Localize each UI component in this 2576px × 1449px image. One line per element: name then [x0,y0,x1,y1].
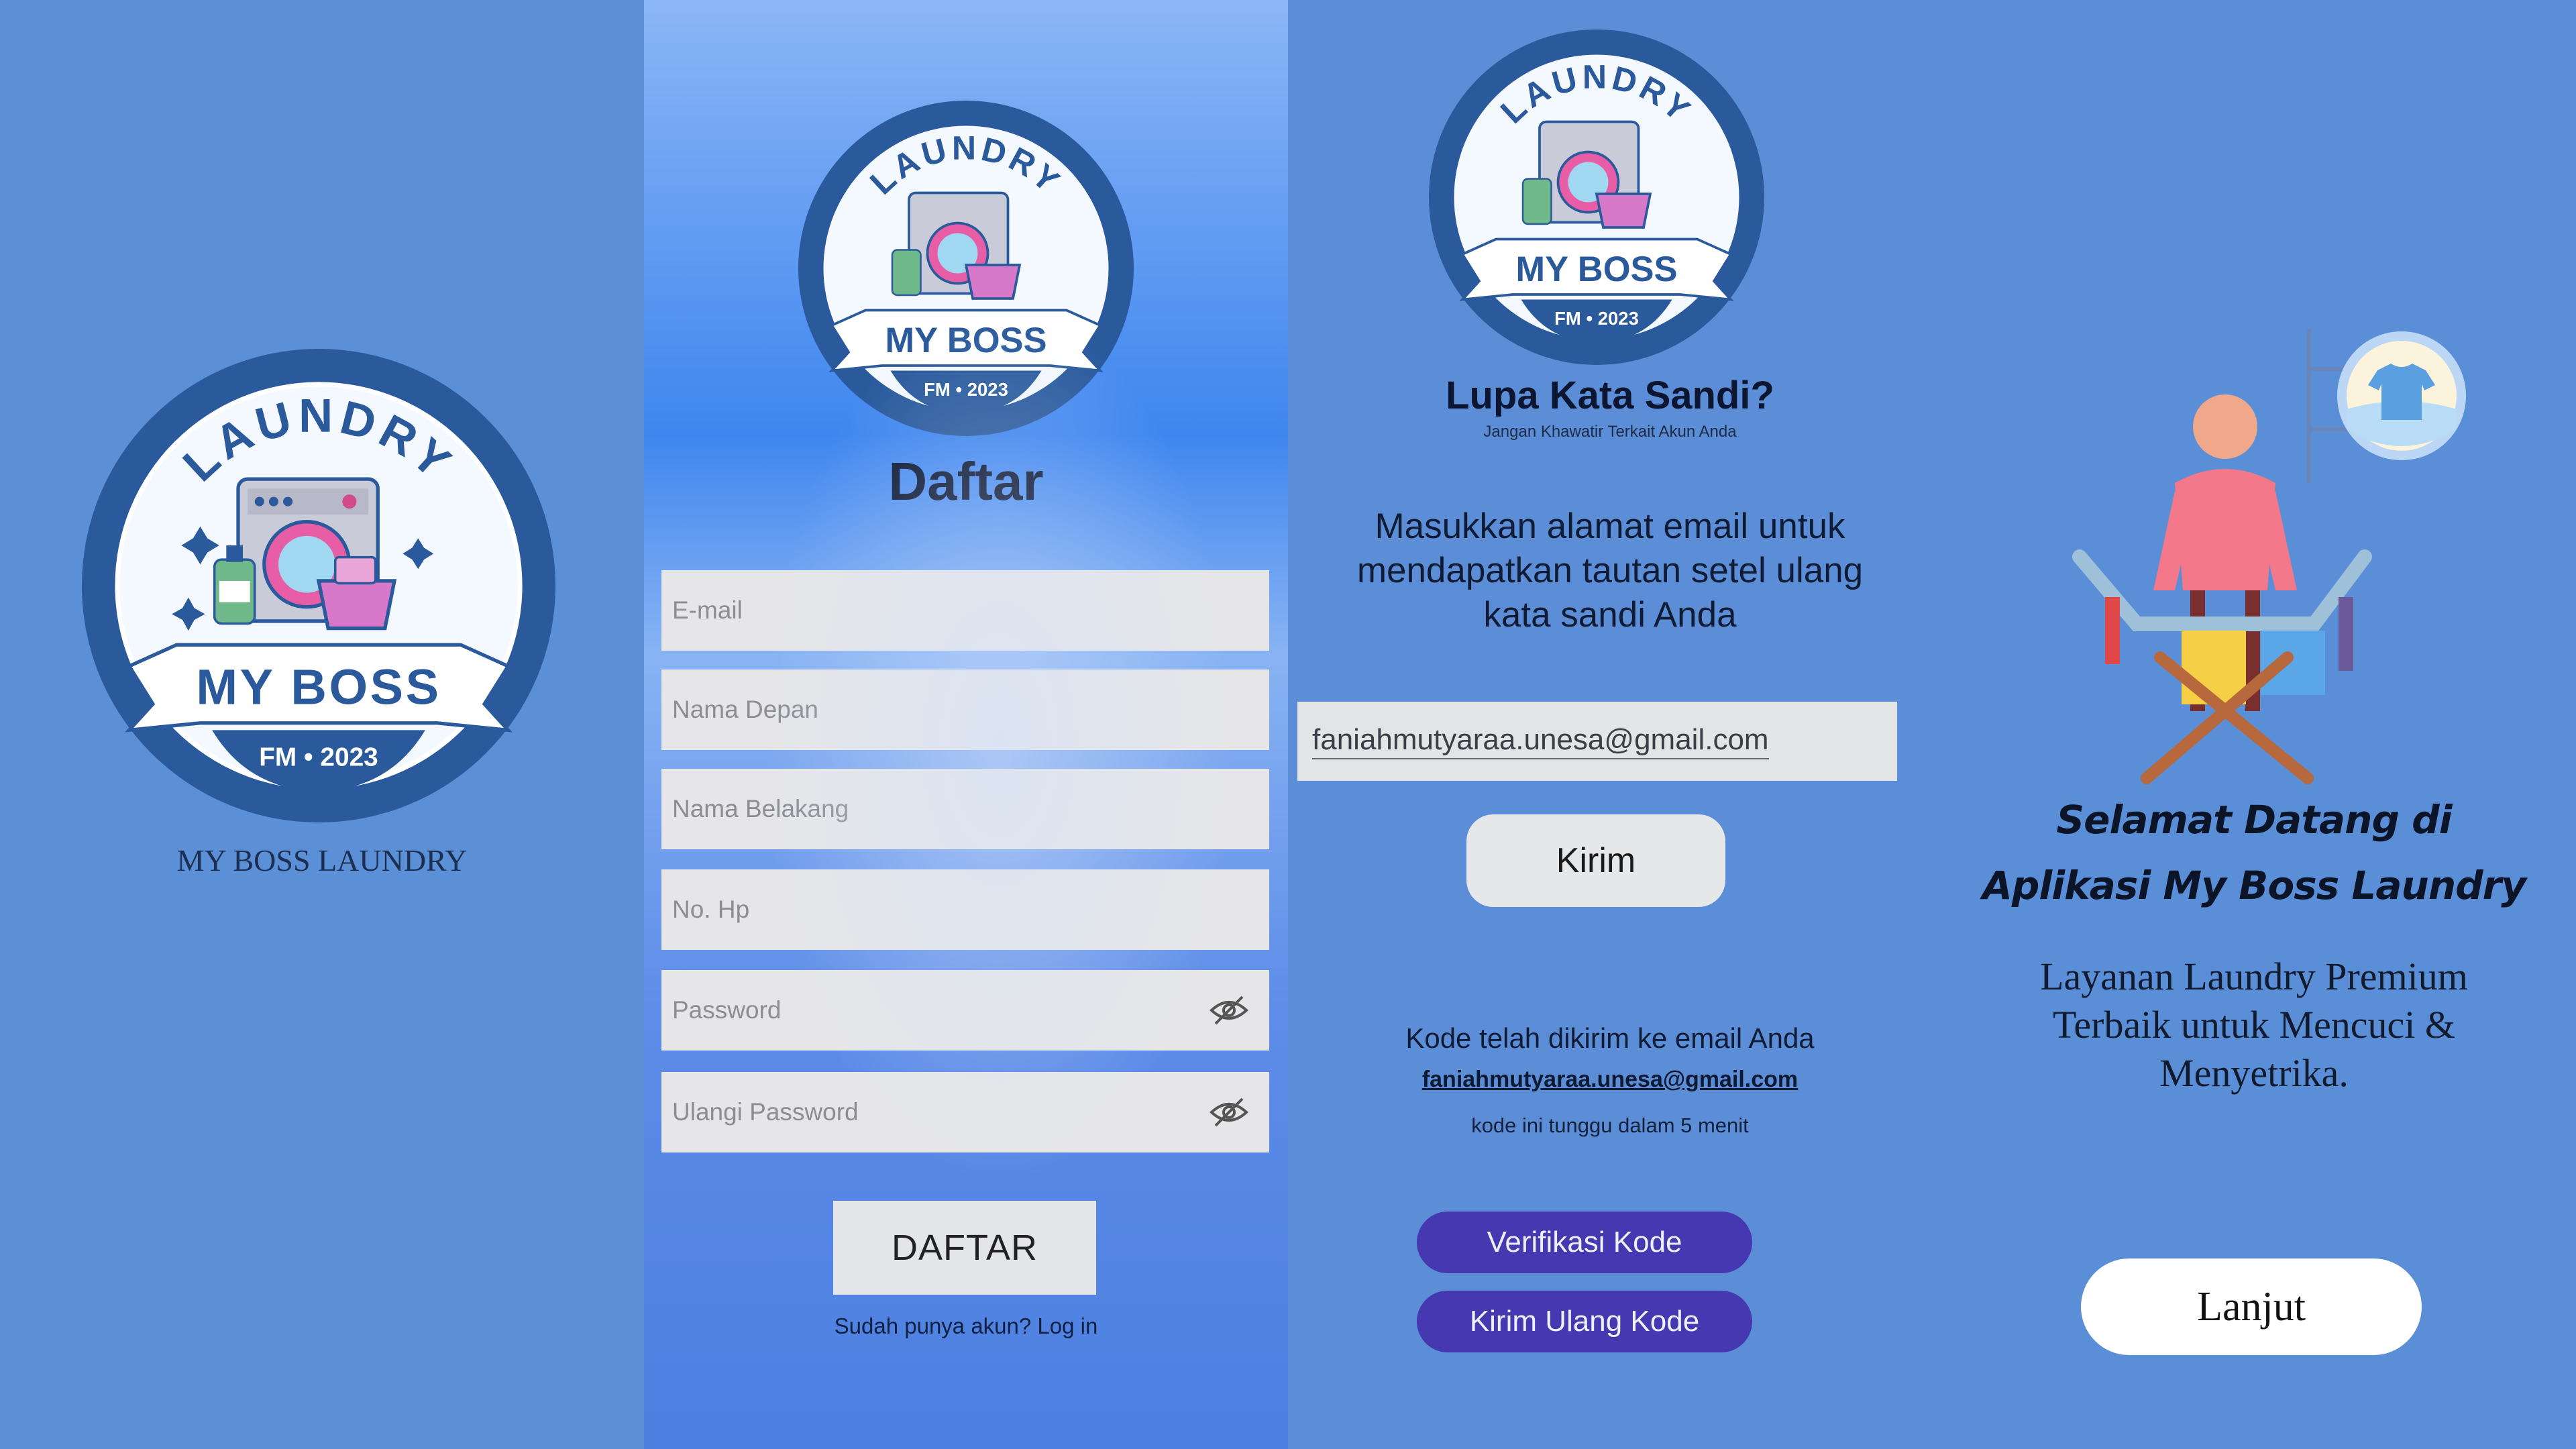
verify-code-button[interactable]: Verifikasi Kode [1417,1212,1752,1273]
last-name-placeholder: Nama Belakang [672,795,849,822]
shirt-icon [2337,331,2466,460]
logo-bottom-text: FM • 2023 [924,379,1008,400]
eye-off-icon[interactable] [1209,1093,1249,1131]
first-name-placeholder: Nama Depan [672,696,819,723]
laundry-logo-graphic: LAUNDRY MY BOSS FM • 2023 [87,354,551,818]
laundry-basket-icon [964,264,1022,300]
code-timer-note: kode ini tunggu dalam 5 menit [1471,1114,1749,1137]
instruction-text: Masukkan alamat email untuk mendapatkan … [1356,506,1864,635]
welcome-description: Layanan Laundry Premium Terbaik untuk Me… [2040,955,2468,1095]
forgot-password-screen: LAUNDRY MY BOSS FM • 2023 Lupa Kata Sand… [1288,0,1932,1449]
code-email-link[interactable]: faniahmutyaraa.unesa@gmail.com [1288,1067,1932,1093]
first-name-field[interactable]: Nama Depan [661,669,1269,750]
login-link[interactable]: Sudah punya akun? Log in [644,1313,1288,1339]
app-logo: LAUNDRY MY BOSS FM • 2023 [82,349,555,822]
eye-off-icon[interactable] [1209,991,1249,1029]
email-field-placeholder: E-mail [672,596,743,624]
phone-placeholder: No. Hp [672,896,750,923]
welcome-heading-line1: Selamat Datang di [2056,797,2452,843]
page-subtitle: Jangan Khawatir Terkait Akun Anda [1483,423,1737,441]
logo-banner-text: MY BOSS [885,321,1046,360]
email-input-value: faniahmutyaraa.unesa@gmail.com [1312,723,1769,759]
logo-banner-text: MY BOSS [196,659,441,715]
password-field[interactable]: Password [661,970,1269,1051]
detergent-bottle-icon [891,249,922,297]
splash-caption: MY BOSS LAUNDRY [176,843,468,877]
laundry-logo-graphic: LAUNDRY MY BOSS FM • 2023 [802,104,1130,433]
resend-code-button[interactable]: Kirim Ulang Kode [1417,1291,1752,1352]
last-name-field[interactable]: Nama Belakang [661,769,1269,849]
send-button[interactable]: Kirim [1466,814,1725,907]
continue-button[interactable]: Lanjut [2081,1258,2422,1355]
splash-screen: LAUNDRY MY BOSS FM • 2023 MY BOSS LAUNDR… [0,0,644,1449]
detergent-bottle-icon [1521,178,1552,225]
laundry-basket-icon [1595,193,1652,229]
app-logo: LAUNDRY MY BOSS FM • 2023 [798,101,1134,436]
app-screens: LAUNDRY MY BOSS FM • 2023 MY BOSS LAUNDR… [0,0,2576,1449]
confirm-password-placeholder: Ulangi Password [672,1098,859,1126]
app-logo: LAUNDRY MY BOSS FM • 2023 [1429,30,1764,365]
code-sent-text: Kode telah dikirim ke email Anda [1405,1022,1815,1054]
welcome-heading-line2: Aplikasi My Boss Laundry [1982,863,2526,908]
email-input[interactable]: faniahmutyaraa.unesa@gmail.com [1297,702,1897,781]
email-field[interactable]: E-mail [661,570,1269,651]
phone-field[interactable]: No. Hp [661,869,1269,950]
logo-bottom-text: FM • 2023 [1554,308,1639,329]
onboarding-screen: Selamat Datang di Aplikasi My Boss Laund… [1932,0,2576,1449]
laundry-logo-graphic: LAUNDRY MY BOSS FM • 2023 [1432,33,1761,362]
password-placeholder: Password [672,996,782,1024]
confirm-password-field[interactable]: Ulangi Password [661,1072,1269,1152]
logo-banner-text: MY BOSS [1515,250,1677,289]
register-button[interactable]: DAFTAR [833,1201,1096,1295]
register-screen: LAUNDRY MY BOSS FM • 2023 Daftar E-mail … [644,0,1288,1449]
page-title: Daftar [888,451,1044,511]
page-title: Lupa Kata Sandi? [1446,374,1774,417]
logo-bottom-text: FM • 2023 [259,743,378,771]
